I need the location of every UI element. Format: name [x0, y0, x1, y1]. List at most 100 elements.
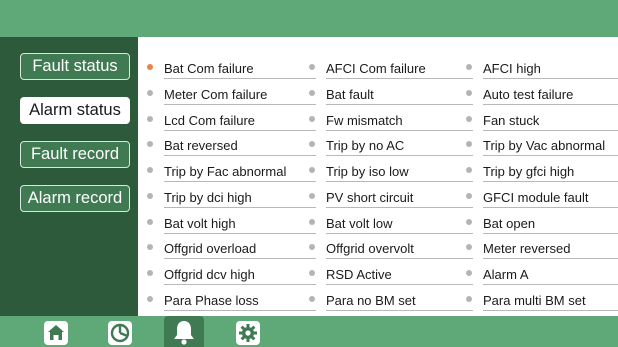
alarm-item: Para Phase loss [147, 289, 316, 311]
alarm-underline [164, 206, 316, 208]
status-dot-icon [147, 167, 153, 173]
alarm-underline [326, 232, 473, 234]
alarm-status-list: Bat Com failure AFCI Com failure AFCI high… [138, 37, 618, 316]
alarm-item: Para no BM set [309, 289, 473, 311]
alarm-underline [483, 78, 618, 79]
alarm-underline [326, 284, 473, 285]
home-icon [44, 321, 68, 345]
alarm-item: Bat reversed [147, 134, 316, 157]
alarm-label: AFCI high [483, 61, 541, 76]
alarm-label: Fw mismatch [326, 112, 403, 128]
top-header-bar [0, 0, 618, 37]
status-dot-icon [466, 115, 472, 122]
alarm-item: Meter Com failure [147, 83, 316, 105]
status-dot-icon [309, 295, 315, 302]
status-dot-icon [466, 64, 472, 70]
alarm-label: Trip by dci high [164, 189, 252, 205]
alarm-item: Bat volt low [309, 212, 473, 234]
status-dot-icon [309, 192, 315, 199]
alarm-item: Trip by gfci high [466, 160, 618, 182]
pie-chart-icon [108, 321, 132, 345]
alarm-label: Trip by Vac abnormal [483, 138, 606, 154]
alarm-underline [483, 309, 618, 311]
alarm-underline [483, 181, 618, 182]
status-dot-icon [466, 244, 472, 251]
status-dot-icon [309, 141, 315, 148]
alarm-label: Bat volt low [326, 215, 393, 231]
status-dot-icon [466, 218, 472, 225]
alarm-label: Auto test failure [483, 86, 574, 102]
status-dot-icon [466, 167, 472, 173]
alarm-underline [164, 309, 316, 311]
alarm-label: Lcd Com failure [164, 112, 256, 128]
alarm-label: GFCI module fault [483, 189, 589, 205]
alarm-label: Bat fault [326, 86, 374, 102]
status-dot-icon [309, 115, 315, 122]
alarm-item: Fan stuck [466, 109, 618, 131]
sidebar-item-fault-status[interactable]: Fault status [20, 53, 130, 80]
alarm-underline [164, 155, 316, 157]
alarm-underline [326, 129, 473, 131]
sidebar-item-alarm-record[interactable]: Alarm record [20, 185, 130, 212]
status-dot-icon [147, 218, 153, 225]
status-dot-icon [466, 295, 472, 302]
alarm-label: Para multi BM set [483, 292, 586, 308]
alarm-label: Trip by gfci high [483, 164, 575, 179]
nav-settings[interactable] [228, 316, 268, 347]
alarm-item: AFCI Com failure [309, 57, 473, 79]
status-dot-icon [147, 295, 153, 302]
alarm-label: RSD Active [326, 267, 392, 282]
alarm-label: Bat open [483, 215, 536, 231]
nav-statistics[interactable] [100, 316, 140, 347]
alarm-label: Trip by Fac abnormal [164, 164, 287, 179]
alarm-item: Alarm A [466, 263, 618, 285]
status-dot-icon [466, 270, 472, 276]
sidebar-item-fault-record[interactable]: Fault record [20, 141, 130, 168]
alarm-label: Bat volt high [164, 215, 236, 231]
nav-alarms[interactable] [164, 316, 204, 347]
nav-home[interactable] [36, 316, 76, 347]
alarm-label: Offgrid dcv high [164, 267, 255, 282]
gear-icon [236, 321, 260, 345]
alarm-underline [326, 78, 473, 79]
alarm-item: Trip by dci high [147, 186, 316, 208]
alarm-underline [483, 129, 618, 131]
alarm-underline [483, 258, 618, 260]
alarm-label: Offgrid overvolt [326, 241, 414, 257]
status-dot-icon [466, 89, 472, 96]
alarm-item: Trip by Vac abnormal [466, 134, 618, 157]
alarm-label: Bat reversed [164, 138, 238, 154]
alarm-label: Bat Com failure [164, 61, 254, 76]
alarm-underline [326, 155, 473, 157]
alarm-item: GFCI module fault [466, 186, 618, 208]
alarm-label: Meter Com failure [164, 86, 268, 102]
alarm-item: Trip by no AC [309, 134, 473, 157]
alarm-item: Bat volt high [147, 212, 316, 234]
status-dot-icon [466, 141, 472, 148]
alarm-item: Bat open [466, 212, 618, 234]
status-dot-icon [309, 89, 315, 96]
alarm-item: PV short circuit [309, 186, 473, 208]
bell-icon [174, 321, 194, 345]
status-dot-icon [309, 218, 315, 225]
alarm-underline [483, 155, 618, 157]
sidebar-item-alarm-status[interactable]: Alarm status [20, 97, 130, 124]
alarm-label: AFCI Com failure [326, 61, 426, 76]
alarm-item: Auto test failure [466, 83, 618, 105]
status-dot-icon [147, 141, 153, 148]
alarm-label: Para no BM set [326, 292, 416, 308]
alarm-label: PV short circuit [326, 189, 414, 205]
status-dot-icon [309, 64, 315, 70]
alarm-item: Bat fault [309, 83, 473, 105]
alarm-item: Offgrid overload [147, 237, 316, 260]
alarm-underline [164, 258, 316, 260]
alarm-label: Offgrid overload [164, 241, 257, 257]
alarm-underline [164, 129, 316, 131]
alarm-underline [326, 181, 473, 182]
status-dot-icon [147, 244, 153, 251]
alarm-label: Meter reversed [483, 241, 571, 257]
alarm-label: Fan stuck [483, 112, 540, 128]
status-dot-icon [147, 64, 153, 70]
alarm-underline [326, 258, 473, 260]
bottom-nav-bar [0, 316, 618, 347]
